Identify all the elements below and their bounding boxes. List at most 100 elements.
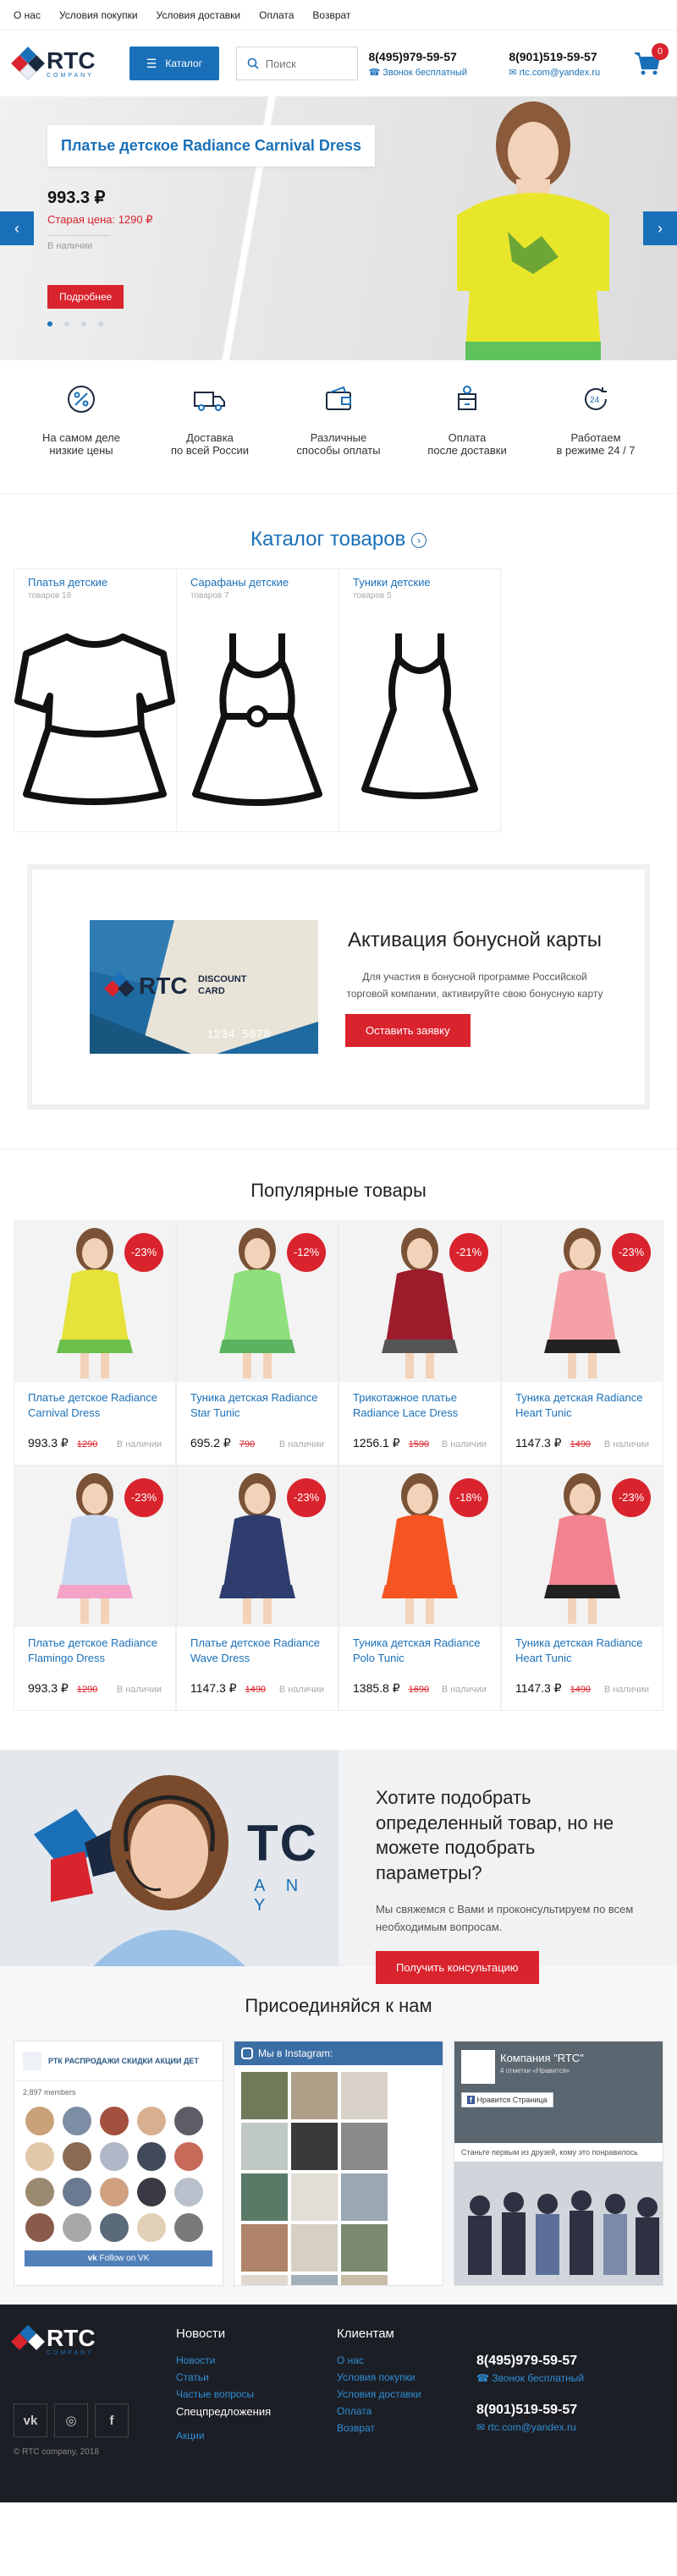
vk-member-avatar[interactable] [100,2178,129,2206]
search-box[interactable] [235,47,359,80]
footer-link[interactable]: Возврат [337,2422,476,2434]
footer-special-offers[interactable]: Спецпредложения [176,2405,337,2418]
product-card[interactable]: -23% Платье детское Radiance Flamingo Dre… [14,1466,176,1711]
cart-button[interactable]: 0 [631,43,669,80]
product-image[interactable]: -23% [177,1466,338,1627]
product-card[interactable]: -23% Туника детская Radiance Heart Tunic 1… [501,1220,663,1466]
vk-member-avatar[interactable] [100,2142,129,2171]
instagram-icon[interactable]: ◎ [54,2403,88,2437]
phone-number-1[interactable]: 8(495)979-59-57 [368,50,498,63]
slider-dot[interactable] [47,321,52,326]
nav-link-return[interactable]: Возврат [312,9,350,21]
product-image[interactable]: -23% [14,1466,175,1627]
product-card[interactable]: -23% Туника детская Radiance Heart Tunic 1… [501,1466,663,1711]
slider-next-button[interactable]: › [643,211,677,245]
email-link[interactable]: rtc.com@yandex.ru [520,68,601,78]
footer-link[interactable]: Частые вопросы [176,2388,337,2400]
slider-dot[interactable] [81,321,86,326]
instagram-photo[interactable] [341,2224,388,2272]
product-name[interactable]: Платье детское Radiance Flamingo Dress [28,1636,162,1668]
arrow-circle-icon[interactable]: › [410,532,427,548]
vk-member-avatar[interactable] [25,2107,54,2135]
instagram-widget[interactable]: Мы в Instagram: [234,2041,443,2286]
nav-link-payment[interactable]: Оплата [259,9,294,21]
instagram-photo[interactable] [241,2123,288,2170]
product-name[interactable]: Туника детская Radiance Heart Tunic [515,1390,649,1422]
vk-member-avatar[interactable] [63,2107,91,2135]
product-name[interactable]: Туника детская Radiance Heart Tunic [515,1636,649,1668]
catalog-card-tunics[interactable]: Туники детские товаров 5 [338,568,501,832]
instagram-photo[interactable] [291,2072,338,2119]
slider-prev-button[interactable]: ‹ [0,211,34,245]
catalog-card-sundresses[interactable]: Сарафаны детские товаров 7 [176,568,338,832]
instagram-photo[interactable] [341,2275,388,2285]
instagram-photo[interactable] [291,2224,338,2272]
nav-link-purchase-terms[interactable]: Условия покупки [59,9,138,21]
product-name[interactable]: Платье детское Radiance Carnival Dress [28,1390,162,1422]
vk-member-avatar[interactable] [137,2178,166,2206]
search-input[interactable] [265,57,342,70]
footer-link[interactable]: Акции [176,2430,337,2442]
product-image[interactable]: -23% [502,1466,663,1627]
footer-email[interactable]: rtc.com@yandex.ru [487,2421,575,2433]
facebook-page-name[interactable]: Компания "RTC" [500,2052,584,2064]
bonus-request-button[interactable]: Оставить заявку [345,1014,471,1048]
footer-logo[interactable]: RTC COMPANY [11,2324,124,2356]
vk-member-avatar[interactable] [100,2213,129,2242]
nav-link-delivery-terms[interactable]: Условия доставки [157,9,241,21]
facebook-widget[interactable]: Компания "RTC" 4 отметки «Нравится» f Нр… [454,2041,663,2286]
slide-more-button[interactable]: Подробнее [47,285,124,309]
instagram-photo[interactable] [291,2173,338,2221]
phone-number-2[interactable]: 8(901)519-59-57 [509,50,630,63]
instagram-photo[interactable] [241,2072,288,2119]
instagram-photo[interactable] [341,2173,388,2221]
instagram-photo[interactable] [291,2123,338,2170]
product-image[interactable]: -23% [14,1221,175,1382]
catalog-card-dresses[interactable]: Платья детские товаров 18 [14,568,176,832]
vk-member-avatar[interactable] [174,2107,203,2135]
footer-link[interactable]: Статьи [176,2371,337,2383]
facebook-icon[interactable]: f [95,2403,129,2437]
vk-member-avatar[interactable] [137,2107,166,2135]
product-card[interactable]: -23% Платье детское Radiance Carnival Dre… [14,1220,176,1466]
instagram-photo[interactable] [241,2275,288,2285]
vk-member-avatar[interactable] [25,2213,54,2242]
product-card[interactable]: -23% Платье детское Radiance Wave Dress 11… [176,1466,338,1711]
instagram-photo[interactable] [341,2123,388,2170]
slider-dot[interactable] [98,321,103,326]
product-card[interactable]: -21% Трикотажное платье Radiance Lace Dre… [338,1220,501,1466]
vk-member-avatar[interactable] [63,2213,91,2242]
product-name[interactable]: Трикотажное платье Radiance Lace Dress [353,1390,487,1422]
consultation-button[interactable]: Получить консультацию [376,1951,539,1985]
footer-link[interactable]: Новости [176,2354,337,2366]
vk-member-avatar[interactable] [174,2213,203,2242]
logo[interactable]: RTC COMPANY [11,47,119,80]
footer-phone-1[interactable]: 8(495)979-59-57 [476,2354,584,2369]
vk-member-avatar[interactable] [25,2142,54,2171]
vk-member-avatar[interactable] [63,2178,91,2206]
instagram-photo[interactable] [291,2275,338,2285]
instagram-photo[interactable] [341,2072,388,2119]
instagram-photo[interactable] [241,2173,288,2221]
product-card[interactable]: -18% Туника детская Radiance Polo Tunic 13… [338,1466,501,1711]
product-image[interactable]: -18% [339,1466,500,1627]
product-card[interactable]: -12% Туника детская Radiance Star Tunic 69… [176,1220,338,1466]
vk-member-avatar[interactable] [174,2142,203,2171]
vk-icon[interactable]: vk [14,2403,47,2437]
vk-follow-button[interactable]: vk Follow on VK [25,2250,212,2266]
product-image[interactable]: -12% [177,1221,338,1382]
product-name[interactable]: Туника детская Radiance Polo Tunic [353,1636,487,1668]
vk-member-avatar[interactable] [100,2107,129,2135]
catalog-button[interactable]: ☰ Каталог [129,47,219,80]
slider-dot[interactable] [64,321,69,326]
vk-member-avatar[interactable] [174,2178,203,2206]
vk-member-avatar[interactable] [25,2178,54,2206]
product-image[interactable]: -21% [339,1221,500,1382]
footer-link[interactable]: Условия покупки [337,2371,476,2383]
footer-link[interactable]: Условия доставки [337,2388,476,2400]
facebook-like-page-button[interactable]: f Нравится Страница [461,2092,553,2107]
slide-title[interactable]: Платье детское Radiance Carnival Dress [47,125,375,167]
vk-member-avatar[interactable] [63,2142,91,2171]
product-name[interactable]: Платье детское Radiance Wave Dress [190,1636,324,1668]
instagram-photo[interactable] [241,2224,288,2272]
